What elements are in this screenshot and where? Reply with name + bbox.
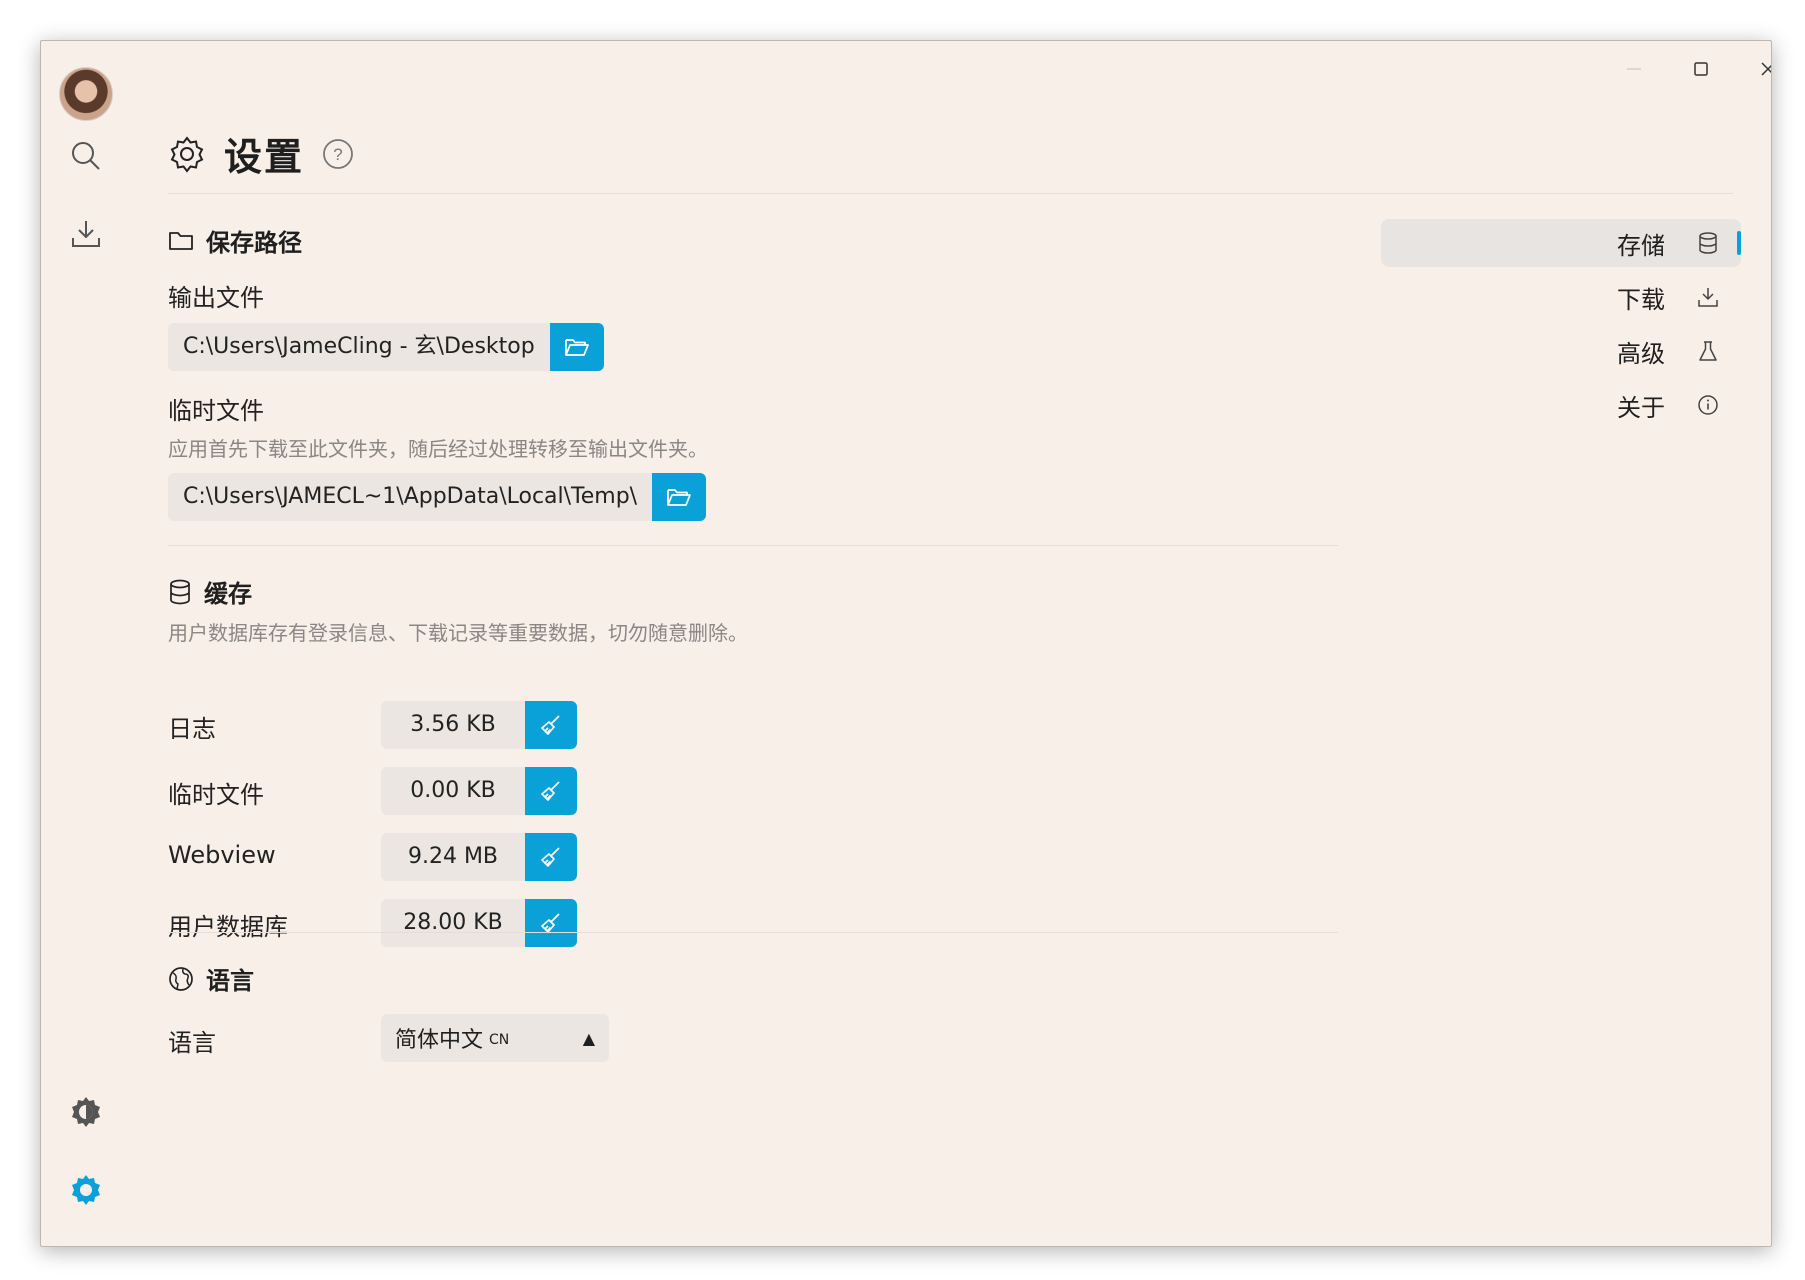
broom-icon [541,715,560,735]
browse-temp-button[interactable] [652,473,707,521]
folder-open-icon [564,339,589,356]
output-file-label: 输出文件 [168,284,264,312]
cache-row-webview: 9.24 MB [381,833,577,881]
clear-temp-button[interactable] [525,767,577,815]
temp-path-group: C:\Users\JAMECL~1\AppData\Local\Temp\ [168,473,707,521]
database-icon [1699,232,1717,254]
rnav-item-download[interactable]: 下载 [1381,273,1741,321]
language-code: CN [489,1032,510,1048]
rnav-item-advanced[interactable]: 高级 [1381,327,1741,375]
browse-output-button[interactable] [549,323,604,371]
download-icon [72,221,100,247]
section-title: 保存路径 [206,229,302,257]
section-divider [168,545,1338,546]
section-cache: 缓存 [168,574,252,609]
rnav-label: 下载 [1617,285,1665,314]
close-icon [1761,62,1771,76]
globe-icon [169,966,193,991]
output-path-field[interactable]: C:\Users\JameCling - 玄\Desktop [168,323,550,371]
sidebar-item-search[interactable] [61,131,111,181]
header-divider [168,193,1733,194]
cache-value: 0.00 KB [381,767,525,815]
rnav-label: 高级 [1617,339,1665,368]
svg-text:?: ? [333,145,342,164]
cache-label-log: 日志 [168,715,216,743]
theme-icon [72,1097,100,1127]
temp-file-hint: 应用首先下载至此文件夹，随后经过处理转移至输出文件夹。 [168,437,708,461]
dropdown-arrow-icon: ▲ [582,1028,595,1048]
section-title: 语言 [206,967,254,995]
section-language: 语言 [168,961,254,996]
folder-open-icon [667,489,691,506]
active-indicator [1737,231,1741,255]
language-select[interactable]: 简体中文 CN ▲ [381,1014,609,1062]
output-path-group: C:\Users\JameCling - 玄\Desktop [168,323,604,371]
broom-icon [541,781,560,801]
sidebar-item-theme[interactable] [61,1087,111,1137]
folder-icon [169,231,193,250]
section-save-path: 保存路径 [168,223,302,258]
temp-file-label: 临时文件 [168,397,264,425]
info-icon [1698,395,1718,415]
broom-icon [541,847,560,867]
cache-label-temp: 临时文件 [168,781,264,809]
language-label: 语言 [168,1029,216,1057]
search-icon [72,142,100,170]
sidebar-item-settings[interactable] [61,1165,111,1215]
clear-webview-button[interactable] [525,833,577,881]
page-header: 设置 ? [168,126,354,181]
language-selected: 简体中文 [395,1028,484,1053]
rnav-label: 关于 [1617,393,1665,422]
page-title: 设置 [224,135,305,179]
close-button[interactable] [1740,49,1771,89]
cache-row-temp: 0.00 KB [381,767,577,815]
cache-label-webview: Webview [168,841,276,869]
avatar[interactable] [59,67,113,121]
section-title: 缓存 [204,580,252,608]
cache-row-log: 3.56 KB [381,701,577,749]
cache-value: 3.56 KB [381,701,525,749]
flask-icon [1699,341,1717,361]
sidebar-item-downloads[interactable] [61,209,111,259]
settings-icon [72,1175,100,1205]
settings-window: 设置 ? 保存路径 输出文件 C:\Users\JameCling - 玄\De… [40,40,1772,1247]
database-icon [170,579,190,604]
rnav-label: 存储 [1617,231,1665,260]
temp-path-field[interactable]: C:\Users\JAMECL~1\AppData\Local\Temp\ [168,473,653,521]
maximize-icon [1694,62,1708,76]
gear-icon [170,135,204,173]
section-divider [168,932,1338,933]
minimize-icon [1627,68,1641,70]
clear-userdb-button[interactable] [525,899,577,947]
download-icon [1698,288,1718,307]
sidebar [41,41,133,1246]
rnav-item-storage[interactable]: 存储 [1381,219,1741,267]
cache-hint: 用户数据库存有登录信息、下载记录等重要数据，切勿随意删除。 [168,621,748,645]
help-icon[interactable]: ? [322,138,354,170]
cache-row-userdb: 28.00 KB [381,899,577,947]
cache-value: 28.00 KB [381,899,525,947]
cache-label-userdb: 用户数据库 [168,913,288,941]
maximize-button[interactable] [1673,49,1729,89]
cache-value: 9.24 MB [381,833,525,881]
minimize-button[interactable] [1606,49,1662,89]
clear-log-button[interactable] [525,701,577,749]
rnav-item-about[interactable]: 关于 [1381,381,1741,429]
